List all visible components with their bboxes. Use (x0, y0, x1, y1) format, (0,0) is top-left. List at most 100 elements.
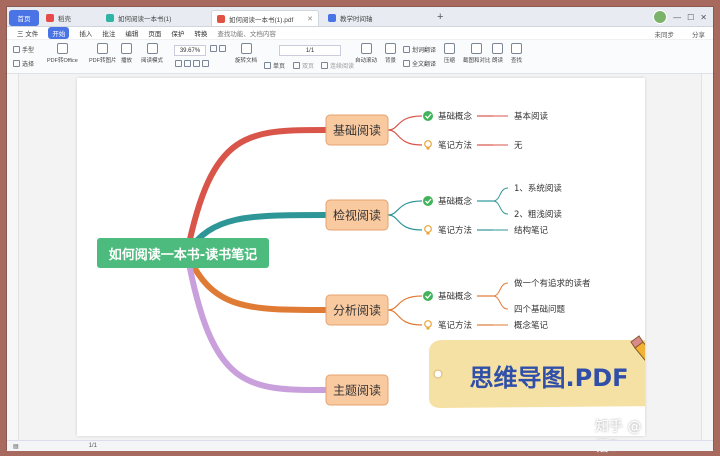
word-translate-button[interactable]: 划词翻译 (403, 45, 436, 54)
menu-protect[interactable]: 保护 (171, 28, 184, 38)
menu-page[interactable]: 页面 (148, 28, 161, 38)
pdf-office-icon (56, 43, 68, 54)
left-sidebar[interactable] (7, 74, 19, 440)
menu-edit[interactable]: 编辑 (125, 28, 138, 38)
sync-status[interactable]: 未同步 (655, 29, 675, 39)
check-icon (423, 291, 433, 301)
branch-title: 分析阅读 (333, 304, 381, 318)
share-button[interactable]: 分享 (692, 29, 705, 39)
sticker: 思维导图.PDF (429, 335, 697, 414)
zoom-in-icon[interactable] (210, 45, 217, 52)
word-translate-label: 划词翻译 (412, 48, 437, 54)
sticker-text: 思维导图.PDF (469, 364, 628, 392)
rotate-right-icon[interactable] (202, 60, 209, 67)
play-button[interactable]: 播放 (121, 43, 132, 64)
pdf-image-label: PDF转图片 (89, 58, 117, 64)
rotate-doc-button[interactable]: 旋转文档 (235, 43, 257, 64)
full-translate-button[interactable]: 全文翻译 (403, 59, 436, 68)
menu-comment[interactable]: 批注 (102, 28, 115, 38)
fit-width-icon[interactable] (184, 60, 191, 67)
screenshot-label: 截图和对比 (463, 58, 491, 64)
play-icon (121, 43, 132, 54)
select-icon (13, 60, 20, 67)
zoom-out-icon[interactable] (219, 45, 226, 52)
search-input[interactable]: 查找功能、文档内容 (217, 28, 276, 38)
bulb-icon-base (426, 232, 430, 235)
translate-icon (403, 46, 410, 53)
hand-tool[interactable]: 手型 (13, 45, 34, 54)
tab-docer[interactable]: 稻壳 (41, 10, 99, 26)
book-icon (146, 43, 158, 54)
continuous-button[interactable]: 连续阅读 (321, 61, 354, 70)
rotate-left-icon[interactable] (193, 60, 200, 67)
pdf-to-office-button[interactable]: PDF转Office (47, 43, 78, 64)
leaf-text: 结构笔记 (514, 225, 549, 236)
find-button[interactable]: 查找 (511, 43, 522, 64)
double-page-label: 双页 (302, 64, 315, 70)
doc-icon (106, 14, 114, 22)
menu-file[interactable]: 三 文件 (17, 28, 38, 38)
tab-pdf[interactable]: 如何阅读一本书(1).pdf ✕ (211, 10, 319, 26)
tab-doc[interactable]: 如何阅读一本书(1) (101, 10, 207, 26)
scroll-icon (360, 43, 372, 54)
notes-label: 笔记方法 (438, 320, 472, 331)
sub-link (387, 200, 423, 216)
menu-insert[interactable]: 插入 (79, 28, 92, 38)
center-node: 如何阅读一本书-读书笔记 (97, 238, 269, 268)
screenshot-button[interactable]: 截图和对比 (463, 43, 491, 64)
pdf-to-image-button[interactable]: PDF转图片 (89, 43, 117, 64)
compress-label: 压缩 (444, 58, 456, 64)
fit-page-icon[interactable] (175, 60, 182, 67)
window-close-icon[interactable]: ✕ (700, 13, 707, 22)
leaf-text: 2、粗浅阅读 (514, 209, 562, 220)
find-label: 查找 (511, 58, 523, 64)
leaf-text: 四个基础问题 (514, 304, 566, 315)
auto-scroll-button[interactable]: 自动滚动 (355, 43, 377, 64)
sub-link (387, 295, 423, 311)
select-label: 选择 (22, 62, 35, 68)
window-controls: — ☐ ✕ (653, 10, 707, 24)
tab-timeline[interactable]: 教学时间轴 (323, 10, 433, 26)
close-icon[interactable]: ✕ (307, 15, 313, 23)
document-viewport[interactable]: 基础概念 笔记方法 基础概念 笔记方法 基础概念 笔记方法 基本阅读无 1、系统阅读 2、粗浅… (7, 74, 713, 455)
hand-label: 手型 (22, 48, 35, 54)
branch-title: 检视阅读 (333, 208, 381, 223)
zoom-field[interactable]: 39.67% (174, 45, 206, 56)
right-sidebar[interactable] (701, 74, 713, 440)
compress-button[interactable]: 压缩 (444, 43, 455, 64)
pdf-office-label: PDF转Office (47, 58, 78, 64)
double-page-button[interactable]: 双页 (293, 61, 314, 70)
branch-title: 基础阅读 (333, 124, 381, 138)
speaker-icon (492, 43, 503, 54)
bulb-icon (424, 320, 432, 328)
sub-link (387, 129, 423, 146)
sub-link (387, 214, 423, 231)
tab-home[interactable]: 首页 (9, 10, 39, 26)
minimize-icon[interactable]: — (673, 13, 681, 22)
fit-controls (175, 60, 209, 67)
zoom-controls (210, 45, 226, 52)
menu-convert[interactable]: 转换 (194, 28, 207, 38)
full-translate-icon (403, 60, 410, 67)
read-aloud-button[interactable]: 朗读 (492, 43, 503, 64)
nav-icon[interactable]: ▤ (13, 443, 19, 450)
tab-timeline-label: 教学时间轴 (340, 16, 373, 23)
status-bar: ▤ 1/1 (7, 440, 713, 451)
background-button[interactable]: 背景 (385, 43, 396, 64)
select-tool[interactable]: 选择 (13, 59, 34, 68)
page-indicator[interactable]: 1/1 (279, 45, 341, 56)
branch-title: 主题阅读 (333, 384, 381, 398)
leaf-link (492, 187, 509, 202)
bulb-icon-base (426, 147, 430, 150)
tab-doc-label: 如何阅读一本书(1) (118, 16, 172, 23)
tab-docer-label: 稻壳 (58, 16, 71, 23)
pdf-icon (217, 14, 225, 23)
add-tab-icon[interactable]: + (437, 11, 443, 23)
avatar[interactable] (653, 10, 668, 24)
single-page-button[interactable]: 单页 (264, 61, 285, 70)
tab-pdf-label: 如何阅读一本书(1).pdf (229, 16, 294, 24)
rotate-icon (240, 43, 252, 54)
read-mode-button[interactable]: 阅读模式 (141, 43, 163, 64)
menu-start[interactable]: 开始 (48, 27, 70, 39)
maximize-icon[interactable]: ☐ (687, 13, 694, 22)
